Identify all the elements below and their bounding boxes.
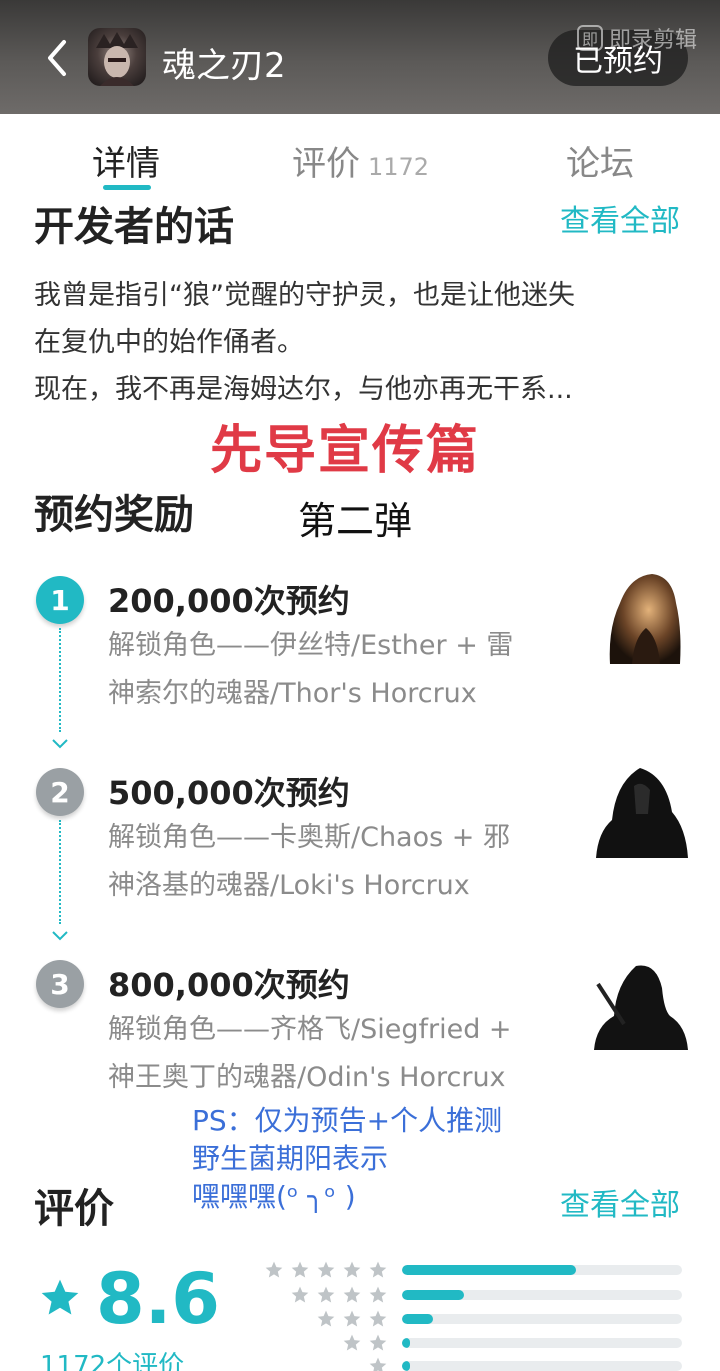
star-icon <box>291 1286 309 1303</box>
reward-desc-1: 解锁角色——伊丝特/Esther + 雷 神索尔的魂器/Thor's Horcr… <box>108 622 568 718</box>
character-esther-image <box>609 574 681 664</box>
app-header: 魂之刃2 已预约 即 即录剪辑 <box>0 0 720 114</box>
back-button[interactable] <box>40 36 76 80</box>
reward-title-1: 200,000次预约 <box>108 582 350 620</box>
star-icon <box>41 1279 79 1315</box>
rating-bar-5 <box>402 1265 682 1275</box>
reward-badge-1: 1 <box>36 576 84 624</box>
star-icon <box>369 1261 387 1278</box>
rating-stars-4 <box>258 1285 388 1305</box>
tab-reviews-count: 1172 <box>368 153 430 181</box>
rating-stars-3 <box>258 1309 388 1329</box>
developer-text-line: 现在，我不再是海姆达尔，与他亦再无干系... <box>34 374 573 405</box>
rating-bar-fill <box>402 1361 411 1371</box>
reward-desc-line: 神索尔的魂器/Thor's Horcrux <box>108 678 477 709</box>
reward-desc-line: 神洛基的魂器/Loki's Horcrux <box>108 870 470 901</box>
developer-text: 我曾是指引“狼”觉醒的守护灵，也是让他迷失 在复仇中的始作俑者。 现在，我不再是… <box>34 272 684 413</box>
star-icon <box>317 1286 335 1303</box>
developer-section-title: 开发者的话 <box>34 204 234 250</box>
tab-active-indicator <box>103 185 151 190</box>
rating-count: 1172个评价 <box>40 1351 185 1371</box>
reward-desc-line: 解锁角色——伊丝特/Esther + 雷 <box>108 630 514 661</box>
rating-bar-2 <box>402 1338 682 1348</box>
watermark-icon: 即 <box>577 25 603 51</box>
reward-desc-3: 解锁角色——齐格飞/Siegfried + 神王奥丁的魂器/Odin's Hor… <box>108 1006 568 1102</box>
rating-stars-5 <box>258 1260 388 1280</box>
rating-bar-1 <box>402 1361 682 1371</box>
star-icon <box>369 1286 387 1303</box>
star-icon <box>343 1286 361 1303</box>
star-icon <box>265 1261 283 1278</box>
tab-reviews[interactable]: 评价 1172 <box>292 136 429 185</box>
reward-title-3: 800,000次预约 <box>108 966 350 1004</box>
developer-text-line: 我曾是指引“狼”觉醒的守护灵，也是让他迷失 <box>34 280 575 311</box>
blue-annotation: PS：仅为预告+个人推测 野生菌期阳表示 嘿嘿嘿(ᵒ ╮ᵒ ) <box>192 1102 502 1216</box>
star-icon <box>369 1357 387 1371</box>
reward-badge-2: 2 <box>36 768 84 816</box>
watermark: 即 即录剪辑 <box>577 22 697 54</box>
timeline-connector <box>59 628 61 732</box>
rating-bar-3 <box>402 1314 682 1324</box>
rating-stars-2 <box>258 1333 388 1353</box>
rating-bar-4 <box>402 1290 682 1300</box>
red-annotation: 先导宣传篇 <box>210 421 481 481</box>
rating-score: 8.6 <box>96 1258 221 1340</box>
rewards-section-title: 预约奖励 <box>34 492 194 538</box>
star-icon <box>317 1261 335 1278</box>
blue-annotation-line: 野生菌期阳表示 <box>192 1142 389 1175</box>
reward-desc-2: 解锁角色——卡奥斯/Chaos + 邪 神洛基的魂器/Loki's Horcru… <box>108 814 568 910</box>
chevron-left-icon <box>48 40 66 76</box>
game-icon <box>88 28 146 86</box>
developer-text-line: 在复仇中的始作俑者。 <box>34 327 304 358</box>
star-icon <box>343 1310 361 1327</box>
star-icon <box>317 1310 335 1327</box>
star-icon <box>369 1334 387 1351</box>
chevron-down-icon <box>52 739 68 749</box>
rating-bar-fill <box>402 1290 464 1300</box>
reward-desc-line: 解锁角色——齐格飞/Siegfried + <box>108 1014 512 1045</box>
black-annotation: 第二弹 <box>298 499 413 543</box>
tab-bar: 详情 评价 1172 论坛 <box>0 118 720 198</box>
reward-desc-line: 神王奥丁的魂器/Odin's Horcrux <box>108 1062 506 1093</box>
tab-details[interactable]: 详情 <box>92 136 160 185</box>
ratings-see-all-link[interactable]: 查看全部 <box>560 1180 680 1224</box>
chevron-down-icon <box>52 931 68 941</box>
star-icon <box>369 1310 387 1327</box>
game-title: 魂之刃2 <box>162 46 286 86</box>
rating-bar-fill <box>402 1265 576 1275</box>
rating-stars-1 <box>258 1356 388 1371</box>
blue-annotation-line: PS：仅为预告+个人推测 <box>192 1104 503 1137</box>
reward-title-2: 500,000次预约 <box>108 774 350 812</box>
rating-bar-fill <box>402 1314 433 1324</box>
developer-see-all-link[interactable]: 查看全部 <box>560 196 680 240</box>
tab-forum[interactable]: 论坛 <box>566 136 634 185</box>
character-siegfried-image <box>594 965 688 1050</box>
character-chaos-image <box>596 768 688 858</box>
star-icon <box>291 1261 309 1278</box>
rating-bar-fill <box>402 1338 411 1348</box>
star-icon <box>343 1334 361 1351</box>
timeline-connector <box>59 820 61 924</box>
star-icon <box>343 1261 361 1278</box>
reward-desc-line: 解锁角色——卡奥斯/Chaos + 邪 <box>108 822 510 853</box>
reward-badge-3: 3 <box>36 960 84 1008</box>
tab-reviews-label: 评价 <box>292 144 360 184</box>
blue-annotation-line: 嘿嘿嘿(ᵒ ╮ᵒ ) <box>192 1180 356 1213</box>
ratings-section-title: 评价 <box>34 1186 114 1232</box>
watermark-text: 即录剪辑 <box>609 28 698 53</box>
